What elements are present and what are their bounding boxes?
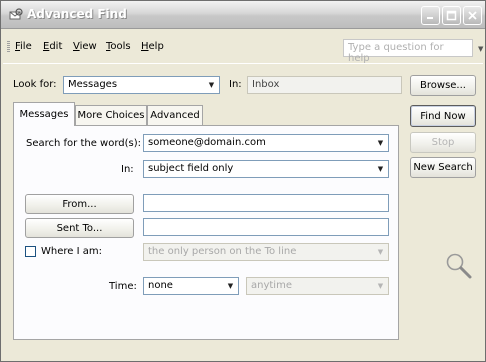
minimize-icon bbox=[427, 17, 433, 19]
menu-separator bbox=[3, 63, 483, 64]
new-search-button[interactable]: New Search bbox=[410, 157, 476, 178]
search-words-value: someone@domain.com bbox=[148, 137, 266, 148]
close-icon bbox=[468, 11, 477, 20]
time-select[interactable]: none ▼ bbox=[143, 277, 239, 295]
browse-button[interactable]: Browse... bbox=[410, 75, 476, 96]
menu-view[interactable]: View bbox=[73, 41, 97, 52]
from-button[interactable]: From... bbox=[25, 194, 134, 214]
menu-grip bbox=[7, 41, 10, 52]
tab-more-choices[interactable]: More Choices bbox=[75, 105, 147, 125]
search-words-label: Search for the word(s): bbox=[26, 138, 142, 149]
dropdown-arrow-icon: ▼ bbox=[377, 248, 384, 256]
sent-to-button[interactable]: Sent To... bbox=[25, 218, 134, 238]
time-value: none bbox=[148, 280, 173, 291]
dropdown-arrow-icon[interactable]: ▼ bbox=[373, 161, 388, 177]
advanced-find-window: Advanced Find File Edit View Tools Help … bbox=[0, 0, 486, 362]
new-search-label: New Search bbox=[413, 162, 473, 173]
find-now-label: Find Now bbox=[420, 110, 466, 122]
menu-file[interactable]: File bbox=[15, 41, 32, 52]
dropdown-arrow-icon: ▼ bbox=[377, 282, 384, 290]
in-field-label: In: bbox=[121, 164, 134, 175]
time-label: Time: bbox=[109, 281, 137, 292]
dropdown-arrow-icon[interactable]: ▼ bbox=[223, 278, 238, 294]
search-words-input[interactable]: someone@domain.com ▼ bbox=[143, 134, 389, 152]
sent-to-input[interactable] bbox=[143, 218, 389, 236]
in-field-select[interactable]: subject field only ▼ bbox=[143, 160, 389, 178]
minimize-button[interactable] bbox=[421, 6, 440, 25]
look-for-label: Look for: bbox=[13, 79, 57, 90]
where-i-am-select: the only person on the To line ▼ bbox=[143, 243, 389, 261]
dropdown-arrow-icon[interactable]: ▼ bbox=[204, 77, 219, 93]
time-range-select: anytime ▼ bbox=[246, 277, 389, 295]
help-question-input[interactable]: Type a question for help bbox=[343, 39, 473, 64]
look-for-value: Messages bbox=[68, 79, 118, 90]
stop-label: Stop bbox=[431, 137, 455, 148]
dropdown-arrow-icon[interactable]: ▼ bbox=[373, 135, 388, 151]
sent-to-button-label: Sent To... bbox=[56, 222, 103, 234]
in-folder-label: In: bbox=[229, 79, 242, 90]
window-title: Advanced Find bbox=[27, 7, 127, 21]
close-button[interactable] bbox=[463, 6, 482, 25]
menu-edit[interactable]: Edit bbox=[43, 41, 62, 52]
in-folder-value: Inbox bbox=[252, 79, 280, 90]
tab-advanced[interactable]: Advanced bbox=[147, 105, 203, 125]
tab-messages[interactable]: Messages bbox=[13, 102, 75, 126]
find-now-button[interactable]: Find Now bbox=[410, 105, 476, 127]
tab-advanced-label: Advanced bbox=[150, 110, 200, 121]
where-i-am-checkbox[interactable] bbox=[25, 246, 36, 257]
magnifier-icon bbox=[446, 253, 472, 279]
tab-messages-label: Messages bbox=[19, 109, 69, 120]
in-field-value: subject field only bbox=[148, 163, 234, 174]
in-folder-field: Inbox bbox=[247, 76, 402, 94]
browse-label: Browse... bbox=[420, 80, 466, 91]
look-for-select[interactable]: Messages ▼ bbox=[63, 76, 220, 94]
stop-button[interactable]: Stop bbox=[410, 132, 476, 153]
from-input[interactable] bbox=[143, 194, 389, 212]
maximize-icon bbox=[446, 10, 457, 21]
from-button-label: From... bbox=[62, 198, 97, 210]
tab-more-choices-label: More Choices bbox=[77, 110, 145, 121]
maximize-button[interactable] bbox=[442, 6, 461, 25]
help-dropdown-arrow-icon[interactable]: ▼ bbox=[478, 45, 483, 53]
where-i-am-value: the only person on the To line bbox=[148, 246, 297, 257]
where-i-am-label: Where I am: bbox=[41, 246, 102, 257]
app-envelope-icon bbox=[9, 8, 23, 20]
menu-help[interactable]: Help bbox=[141, 41, 164, 52]
title-bar[interactable]: Advanced Find bbox=[1, 1, 485, 29]
time-range-value: anytime bbox=[251, 280, 292, 291]
menu-tools[interactable]: Tools bbox=[106, 41, 131, 52]
